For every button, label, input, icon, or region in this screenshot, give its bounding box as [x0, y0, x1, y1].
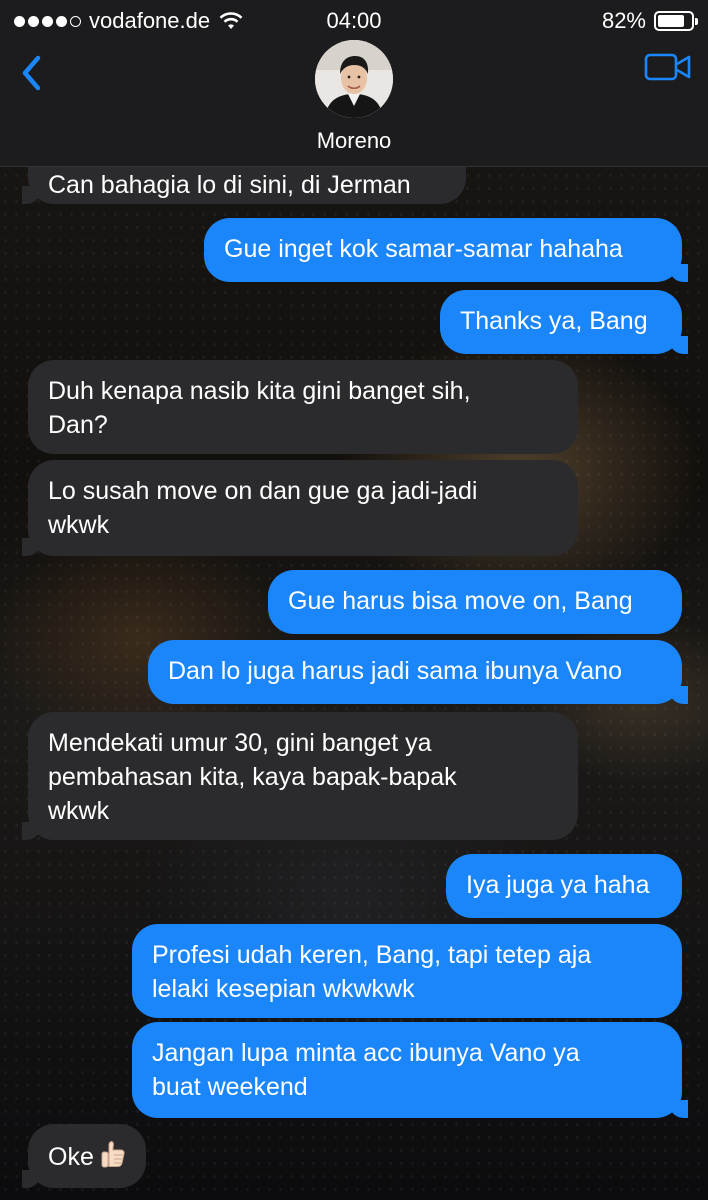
message-text-line: lelaki kesepian wkwkwk	[152, 975, 415, 1003]
message-text: Gue inget kok samar-samar hahaha	[224, 235, 623, 263]
battery-percent: 82%	[601, 8, 646, 33]
avatar	[315, 40, 393, 118]
message-bubble-outgoing[interactable]: Gue harus bisa move on, Bang	[268, 570, 682, 634]
message-text-line: Lo susah move on dan gue ga jadi-jadi	[48, 477, 478, 505]
message-bubble-incoming[interactable]: Mendekati umur 30, gini banget ya pembah…	[22, 712, 578, 840]
thumbs-up-icon	[101, 1141, 125, 1168]
contact-name: Moreno	[316, 128, 392, 153]
message-text: Oke	[48, 1143, 94, 1171]
message-text-line: buat weekend	[152, 1073, 308, 1101]
battery-group: 82%	[601, 8, 698, 34]
conversation-header: vodafone.de 04:00 82% Moreno	[0, 0, 708, 167]
message-text: Dan lo juga harus jadi sama ibunya Vano	[168, 657, 622, 685]
message-bubble-outgoing[interactable]: Profesi udah keren, Bang, tapi tetep aja…	[132, 924, 682, 1018]
message-bubble-outgoing[interactable]: Gue inget kok samar-samar hahaha	[204, 218, 688, 282]
message-text-line: wkwk	[48, 797, 110, 825]
message-text-line: Duh kenapa nasib kita gini banget sih,	[48, 377, 471, 405]
message-text: Iya juga ya haha	[466, 871, 650, 899]
message-text-line: pembahasan kita, kaya bapak-bapak	[48, 763, 457, 791]
battery-icon	[654, 11, 698, 31]
message-bubble-incoming[interactable]: Lo susah move on dan gue ga jadi-jadi wk…	[22, 460, 578, 556]
message-bubble-outgoing[interactable]: Dan lo juga harus jadi sama ibunya Vano	[148, 640, 688, 704]
back-chevron-icon[interactable]	[14, 48, 54, 98]
message-text: Thanks ya, Bang	[460, 307, 648, 335]
message-text: Can bahagia lo di sini, di Jerman	[48, 171, 411, 199]
message-list[interactable]: Can bahagia lo di sini, di Jerman Gue in…	[0, 0, 708, 1200]
message-text-line: Jangan lupa minta acc ibunya Vano ya	[152, 1039, 580, 1067]
video-call-icon[interactable]	[644, 52, 692, 82]
message-bubble-outgoing[interactable]: Thanks ya, Bang	[440, 290, 688, 354]
message-text: Gue harus bisa move on, Bang	[288, 587, 633, 615]
contact-info-button[interactable]: Moreno	[254, 40, 454, 160]
message-bubble-incoming[interactable]: Oke	[22, 1124, 146, 1188]
message-text-line: wkwk	[48, 511, 110, 539]
contact-photo	[315, 40, 393, 118]
battery-fill	[658, 15, 685, 27]
message-text-line: Profesi udah keren, Bang, tapi tetep aja	[152, 941, 592, 969]
status-bar: vodafone.de 04:00 82%	[0, 0, 708, 40]
message-text-line: Dan?	[48, 411, 108, 439]
message-bubble-outgoing[interactable]: Iya juga ya haha	[446, 854, 682, 918]
message-bubble-outgoing[interactable]: Jangan lupa minta acc ibunya Vano ya bua…	[132, 1022, 688, 1118]
message-text-line: Mendekati umur 30, gini banget ya	[48, 729, 432, 757]
message-bubble-incoming[interactable]: Duh kenapa nasib kita gini banget sih, D…	[28, 360, 578, 454]
